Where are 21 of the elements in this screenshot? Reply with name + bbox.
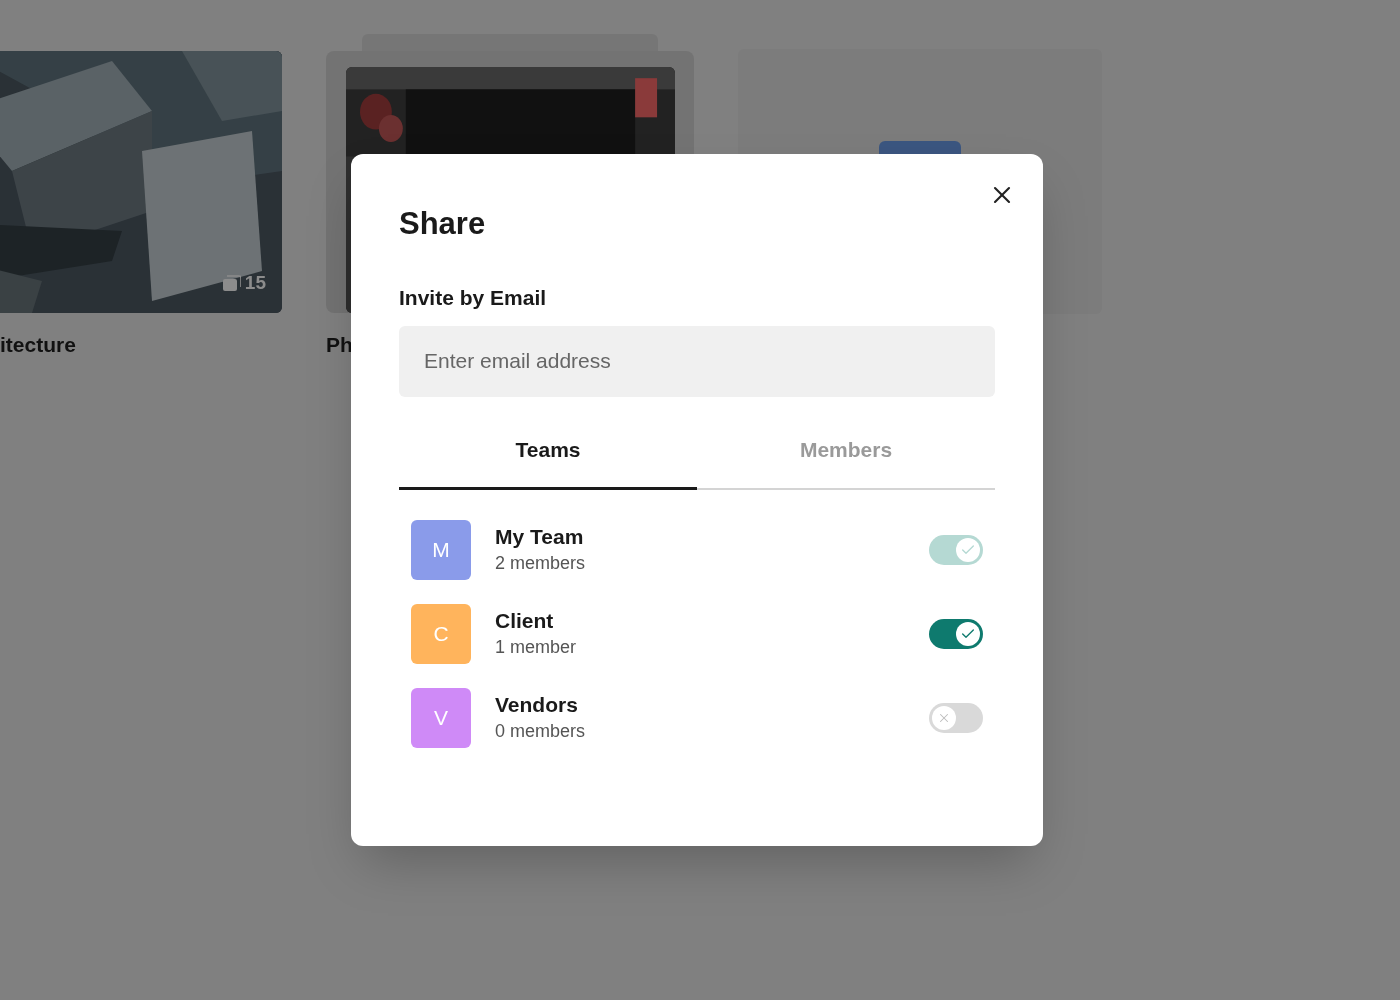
tab[interactable]: Members xyxy=(697,413,995,490)
team-name: Client xyxy=(495,607,555,634)
team-name: My Team xyxy=(495,523,585,550)
album-card[interactable]: 15 xyxy=(0,51,282,313)
invite-label: Invite by Email xyxy=(399,285,548,311)
team-avatar: C xyxy=(411,603,471,664)
member-count: 1 member xyxy=(495,635,578,659)
email-field[interactable]: Enter email address xyxy=(399,325,995,397)
team-name: Vendors xyxy=(495,691,579,718)
album-title: Ph xyxy=(326,332,353,358)
toggle-switch[interactable] xyxy=(929,702,983,733)
team-avatar: M xyxy=(411,519,471,580)
member-count: 0 members xyxy=(495,719,587,743)
album-title: itecture xyxy=(0,332,76,358)
tab[interactable]: Teams xyxy=(399,413,697,490)
stack-icon xyxy=(222,274,241,291)
team-avatar: V xyxy=(411,687,471,748)
dialog-title: Share xyxy=(399,205,487,243)
toggle-switch[interactable] xyxy=(929,618,983,649)
photo-count: 15 xyxy=(244,270,266,295)
member-count: 2 members xyxy=(495,551,587,575)
